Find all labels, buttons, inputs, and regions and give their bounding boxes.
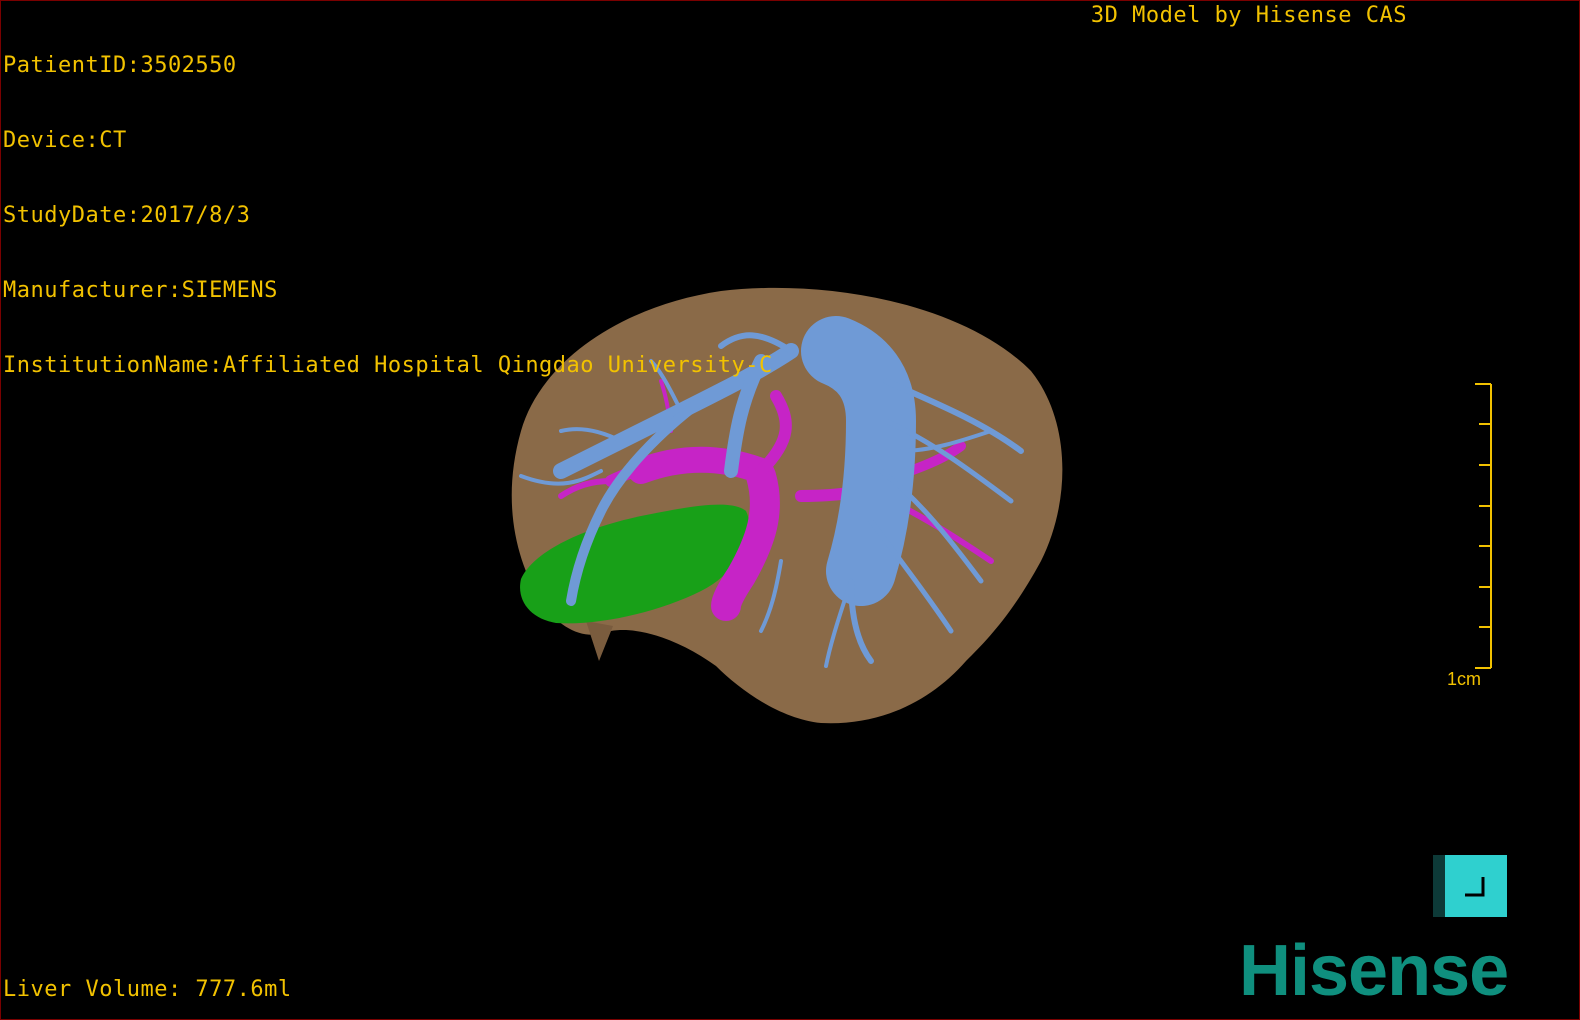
scale-bar [1475,383,1492,669]
institution-text: InstitutionName:Affiliated Hospital Qing… [3,353,773,378]
3d-viewport[interactable]: PatientID:3502550 Device:CT StudyDate:20… [0,0,1580,1020]
study-date-text: StudyDate:2017/8/3 [3,203,251,228]
hisense-logo: Hisense [1239,931,1509,1011]
corner-icon [1465,877,1485,897]
patient-id-text: PatientID:3502550 [3,53,237,78]
model-credit-text: 3D Model by Hisense CAS [1090,3,1407,28]
liver-volume-text: Liver Volume: 777.6ml [3,977,292,1002]
manufacturer-text: Manufacturer:SIEMENS [3,278,278,303]
orientation-reset-button[interactable] [1433,855,1507,917]
scale-bar-label: 1cm [1447,669,1482,689]
device-text: Device:CT [3,128,127,153]
dicom-info-overlay: PatientID:3502550 Device:CT StudyDate:20… [3,3,773,428]
